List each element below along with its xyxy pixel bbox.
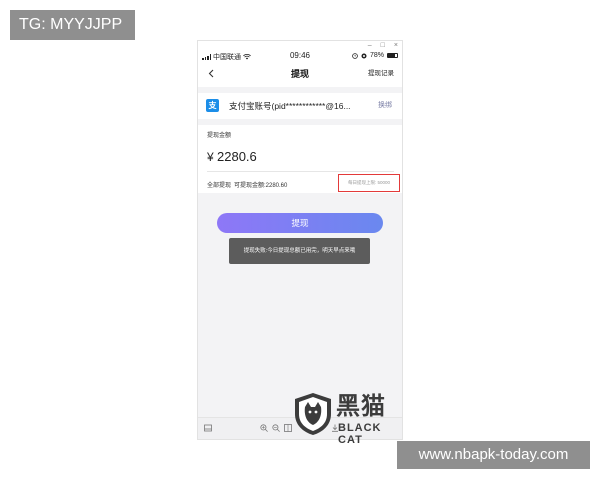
- black-cat-watermark: 黑猫 BLACK CAT: [293, 390, 405, 446]
- alipay-account-row[interactable]: 支 支付宝账号(pid************@16... 换绑: [198, 93, 402, 119]
- withdraw-all-link[interactable]: 全部提现: [207, 180, 231, 189]
- currency-symbol: ¥: [207, 150, 214, 164]
- status-bar: – □ × 中国联通 09:46 78%: [198, 41, 402, 61]
- alarm-icon: [352, 52, 358, 59]
- amount-label: 提现金额: [207, 133, 232, 139]
- daily-limit-note: 每日提现上限: 50000: [338, 174, 400, 192]
- nav-bar: 提现 提现记录: [198, 61, 402, 87]
- minimize-button[interactable]: –: [368, 42, 372, 50]
- watermark-chinese-text: 黑猫: [336, 393, 386, 420]
- withdraw-amount-card: 提现金额 ¥ 2280.6 全部提现 可提现金额:2280.60 每日提现上限:…: [198, 125, 402, 193]
- tg-watermark-label: TG: MYYJJPP: [10, 10, 135, 40]
- screenshot-canvas: TG: MYYJJPP – □ × 中国联通 09:46 78% 提现 提现记录…: [0, 0, 600, 480]
- status-right: 78%: [352, 52, 398, 59]
- location-icon: [361, 53, 367, 58]
- window-controls: – □ ×: [368, 42, 398, 50]
- phone-screen: – □ × 中国联通 09:46 78% 提现 提现记录 支 支付宝账号(pid…: [197, 40, 403, 440]
- maximize-button[interactable]: □: [381, 42, 385, 50]
- rebind-account-link[interactable]: 换绑: [378, 93, 392, 119]
- zoom-out-icon[interactable]: [272, 424, 280, 432]
- battery-percent: 78%: [369, 52, 384, 59]
- amount-input[interactable]: 2280.6: [217, 149, 257, 164]
- cat-shield-logo-icon: [295, 393, 331, 435]
- withdraw-button[interactable]: 提现: [217, 213, 383, 233]
- fit-page-icon[interactable]: [284, 424, 292, 432]
- zoom-in-icon[interactable]: [260, 424, 268, 432]
- sidebar-toggle-icon[interactable]: [204, 424, 212, 432]
- amount-divider: [207, 171, 394, 172]
- withdraw-record-link[interactable]: 提现记录: [368, 61, 394, 87]
- battery-icon: [387, 53, 398, 58]
- site-url-label: www.nbapk-today.com: [397, 441, 590, 469]
- watermark-english-text: BLACK CAT: [338, 422, 382, 446]
- close-button[interactable]: ×: [394, 42, 398, 50]
- available-balance: 可提现金额:2280.60: [234, 183, 288, 189]
- alipay-icon: 支: [206, 99, 219, 112]
- alipay-account-text: 支付宝账号(pid************@16...: [229, 101, 351, 111]
- error-toast: 提现失败:今日提现总额已用完，明天早点来哦: [229, 238, 370, 264]
